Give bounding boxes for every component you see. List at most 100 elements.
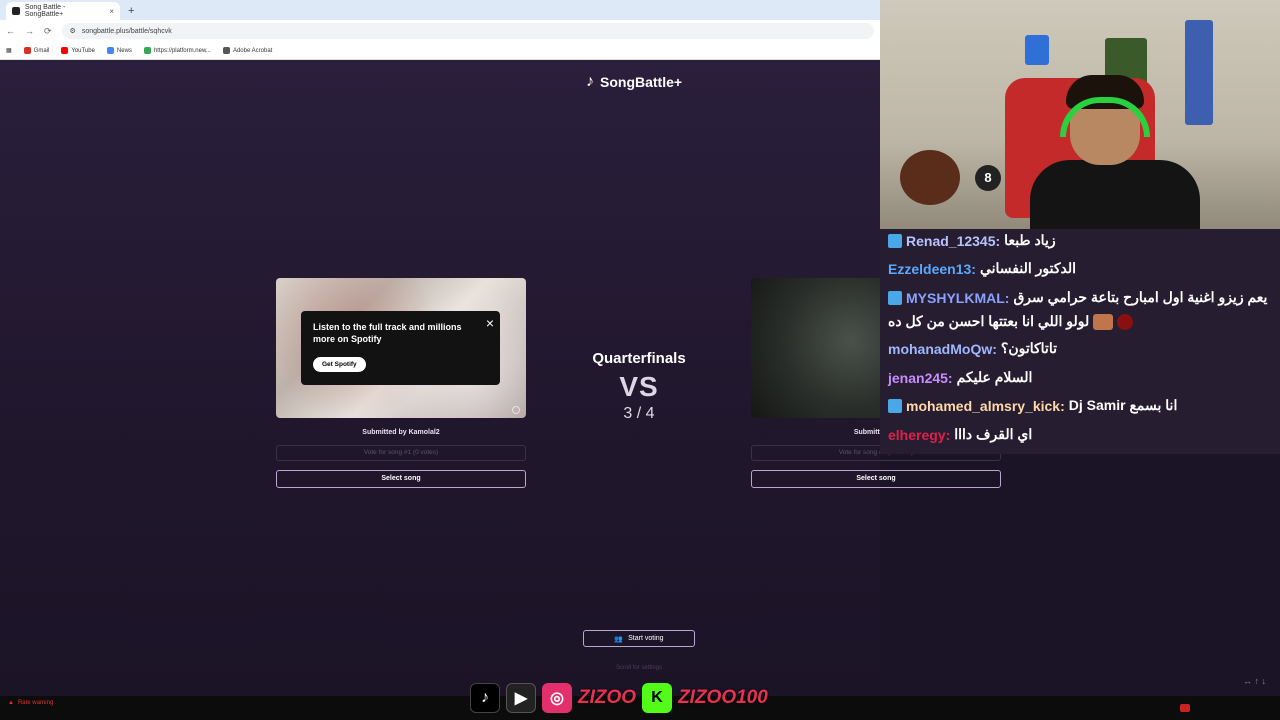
bookmark-label: YouTube xyxy=(71,47,95,54)
streamer xyxy=(1030,75,1200,233)
favicon-icon xyxy=(12,7,20,15)
bookmark-label: Gmail xyxy=(33,47,50,54)
back-icon[interactable]: ← xyxy=(6,26,15,36)
news-icon xyxy=(106,47,114,54)
chat-text: السلام عليكم xyxy=(956,369,1033,385)
site-info-icon[interactable]: ⚙ xyxy=(70,27,76,35)
tray-icon[interactable] xyxy=(1180,704,1190,712)
bookmarks-bar: ▦ Gmail YouTube News https://platform.ne… xyxy=(0,42,880,60)
chat-message: MYSHYLKMAL: يعم زيزو اغنية اول امبارح بت… xyxy=(888,289,1267,306)
song-card-1: Listen to the full track and millions mo… xyxy=(276,278,526,488)
rate-warning: ▲ Rate warning xyxy=(8,700,53,706)
logo[interactable]: ♪ SongBattle+ xyxy=(586,73,682,91)
chat-overlay: Renad_12345: زياد طبعا Ezzeldeen13: الدك… xyxy=(880,229,1280,454)
chat-message: elheregy: اي القرف دااا xyxy=(888,426,1032,443)
logo-mark-icon: ♪ xyxy=(586,73,594,90)
bookmark-gmail[interactable]: Gmail xyxy=(23,47,50,54)
chat-text: الدكتور النفساني xyxy=(979,260,1076,276)
chat-message: mohamed_almsry_kick: Dj Samir انا بسمع xyxy=(888,397,1177,414)
url-text: songbattle.plus/battle/sqhcvk xyxy=(81,27,172,35)
bookmark-news[interactable]: News xyxy=(106,47,132,54)
bookmark-platform[interactable]: https://platform.new... xyxy=(143,47,211,54)
popup-close-icon[interactable]: × xyxy=(486,315,494,331)
poster-bear xyxy=(1025,35,1049,65)
social-overlay: ♪ ▶ ◎ ZIZOO K ZIZOO100 xyxy=(470,682,768,714)
chat-text: لولو اللي انا بعتتها احسن من كل ده xyxy=(888,313,1090,329)
youtube-icon: ▶ xyxy=(506,683,536,713)
bookmark-acrobat[interactable]: Adobe Acrobat xyxy=(222,47,273,54)
forward-icon[interactable]: → xyxy=(25,26,34,36)
vote-song-1-button[interactable]: Vote for song #1 (0 votes) xyxy=(276,445,526,461)
select-song-1-button[interactable]: Select song xyxy=(276,470,526,488)
songbattle-page: ♪ SongBattle+ Listen to the full track a… xyxy=(0,60,1001,696)
instagram-icon: ◎ xyxy=(542,683,572,713)
get-spotify-button[interactable]: Get Spotify xyxy=(313,357,366,372)
reload-icon[interactable]: ⟳ xyxy=(44,26,52,37)
refresh-icon[interactable] xyxy=(512,406,520,414)
acrobat-icon xyxy=(222,47,230,54)
emote-icon xyxy=(1117,313,1134,330)
chat-message: Renad_12345: زياد طبعا xyxy=(888,232,1056,249)
apps-icon[interactable]: ▦ xyxy=(6,47,12,54)
song-1-thumbnail[interactable]: Listen to the full track and millions mo… xyxy=(276,278,526,418)
screen: Song Battle - SongBattle+ × + ← → ⟳ ⚙ so… xyxy=(0,0,1280,720)
logo-text: SongBattle+ xyxy=(600,74,683,90)
tab-strip: Song Battle - SongBattle+ × + xyxy=(0,0,880,20)
tiktok-icon: ♪ xyxy=(470,683,500,713)
browser-window: Song Battle - SongBattle+ × + ← → ⟳ ⚙ so… xyxy=(0,0,880,60)
gmail-icon xyxy=(23,47,31,54)
chat-text: Dj Samir انا بسمع xyxy=(1068,397,1178,413)
streamer-body xyxy=(1030,160,1200,233)
vs-label: VS xyxy=(619,371,659,402)
bookmark-label: Adobe Acrobat xyxy=(232,47,273,54)
bookmark-label: https://platform.new... xyxy=(153,47,211,54)
instagram-handle: ZIZOO xyxy=(578,687,637,708)
spotify-popup-text: Listen to the full track and millions mo… xyxy=(313,322,462,344)
chat-message: jenan245: السلام عليكم xyxy=(888,369,1032,386)
chat-message: Ezzeldeen13: الدكتور النفساني xyxy=(888,260,1076,277)
spotify-popup: Listen to the full track and millions mo… xyxy=(301,311,500,385)
chat-user: elheregy: xyxy=(888,426,951,443)
bookmark-youtube[interactable]: YouTube xyxy=(61,47,95,54)
chat-user: Renad_12345: xyxy=(906,232,1001,249)
matchup-info: Quarterfinals VS 3 / 4 xyxy=(585,350,693,423)
match-progress: 3 / 4 xyxy=(623,405,655,422)
round-title: Quarterfinals xyxy=(592,350,686,367)
select-song-2-button[interactable]: Select song xyxy=(751,470,1001,488)
start-voting-button[interactable]: 👥 Start voting xyxy=(583,630,695,647)
warning-icon: ▲ xyxy=(8,700,14,706)
address-bar[interactable]: ⚙ songbattle.plus/battle/sqhcvk xyxy=(61,23,874,39)
tab-songbattle[interactable]: Song Battle - SongBattle+ × xyxy=(6,2,120,20)
kick-icon: K xyxy=(642,683,673,713)
users-icon: 👥 xyxy=(614,635,624,643)
chat-user: mohanadMoQw: xyxy=(888,340,997,357)
chat-message-continued: لولو اللي انا بعتتها احسن من كل ده xyxy=(888,313,1134,330)
tab-title: Song Battle - SongBattle+ xyxy=(24,4,66,18)
teddy-bear xyxy=(900,150,960,205)
kick-handle: ZIZOO100 xyxy=(678,687,768,708)
chat-user: MYSHYLKMAL: xyxy=(906,289,1010,306)
chat-text: يعم زيزو اغنية اول امبارح بتاعة حرامي سر… xyxy=(1013,289,1268,305)
scroll-hint: Scroll for settings xyxy=(615,665,663,671)
chat-user: Ezzeldeen13: xyxy=(888,260,976,277)
rate-warning-text: Rate warning xyxy=(17,700,54,706)
start-voting-label: Start voting xyxy=(628,635,664,642)
song-1-submitter: Submitted by Kamolal2 xyxy=(362,429,440,436)
badge-icon xyxy=(888,290,902,305)
emote-icon xyxy=(1093,313,1114,330)
youtube-icon xyxy=(61,47,69,54)
chat-user: jenan245: xyxy=(888,369,953,386)
chat-text: تاتاكاتون؟ xyxy=(1000,340,1057,356)
badge-icon xyxy=(888,398,902,413)
address-row: ← → ⟳ ⚙ songbattle.plus/battle/sqhcvk xyxy=(0,20,880,42)
badge-icon xyxy=(888,233,902,248)
chat-message: mohanadMoQw: تاتاكاتون؟ xyxy=(888,340,1057,357)
scroll-arrows-icon[interactable]: ↔ ↑ ↓ xyxy=(1243,676,1266,686)
chat-text: اي القرف دااا xyxy=(954,426,1033,442)
chat-user: mohamed_almsry_kick: xyxy=(906,397,1065,414)
tab-close-icon[interactable]: × xyxy=(109,7,114,16)
webcam-feed: 8 xyxy=(880,0,1280,233)
new-tab-button[interactable]: + xyxy=(128,2,134,20)
chat-text: زياد طبعا xyxy=(1004,232,1056,248)
bookmark-label: News xyxy=(116,47,132,54)
